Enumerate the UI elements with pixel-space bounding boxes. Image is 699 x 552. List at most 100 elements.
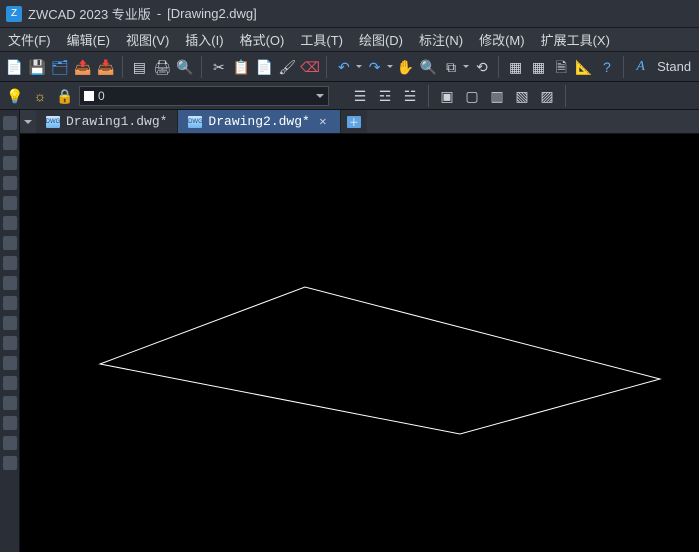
layer-combo[interactable]: 0 — [79, 86, 329, 106]
layer-uniso-button[interactable]: ☲ — [374, 85, 396, 107]
printer-icon: 🖨 — [153, 60, 171, 74]
menu-edit[interactable]: 编辑(E) — [59, 28, 118, 52]
menu-dimension[interactable]: 标注(N) — [411, 28, 471, 52]
menu-format[interactable]: 格式(O) — [232, 28, 293, 52]
vtool16[interactable] — [3, 416, 17, 430]
menu-file[interactable]: 文件(F) — [0, 28, 59, 52]
toolbar-separator — [201, 56, 202, 78]
paste-button[interactable]: 📄 — [254, 56, 275, 78]
ungroup-button[interactable]: ▧ — [511, 85, 533, 107]
preview-button[interactable]: 🔍 — [175, 56, 196, 78]
table-button[interactable]: ▦ — [505, 56, 526, 78]
menu-view[interactable]: 视图(V) — [118, 28, 177, 52]
xref-button[interactable]: 🗎 — [551, 56, 572, 78]
vtool4[interactable] — [3, 176, 17, 190]
table-icon: ▦ — [509, 60, 522, 74]
save-button[interactable]: 💾 — [27, 56, 48, 78]
vtool2[interactable] — [3, 136, 17, 150]
layer-toolbar: 💡 ☼ 🔒 0 ☰ ☲ ☱ ▣ ▢ ▥ ▧ ▨ — [0, 82, 699, 110]
zoom-prev-button[interactable]: ⟲ — [471, 56, 492, 78]
group-button[interactable]: ▥ — [486, 85, 508, 107]
document-tab[interactable]: DWG Drawing1.dwg* — [36, 110, 178, 133]
saveall-button[interactable]: 🗂 — [50, 56, 71, 78]
redo-button[interactable]: ↷ — [364, 56, 385, 78]
layer-swatch-icon — [84, 91, 94, 101]
plot-button[interactable]: 🖨 — [152, 56, 173, 78]
undo-dropdown[interactable] — [356, 56, 362, 78]
import-button[interactable]: 📥 — [95, 56, 116, 78]
drawing-canvas[interactable] — [20, 134, 699, 552]
tab-close-button[interactable]: ✕ — [316, 115, 330, 129]
window-title-doc: [Drawing2.dwg] — [167, 6, 257, 21]
dist-button[interactable]: 📐 — [574, 56, 595, 78]
vtool10[interactable] — [3, 296, 17, 310]
vtool5[interactable] — [3, 196, 17, 210]
attach-button[interactable]: ▨ — [536, 85, 558, 107]
zoom-realtime-button[interactable]: 🔍 — [418, 56, 439, 78]
vtool15[interactable] — [3, 396, 17, 410]
plus-icon: ＋ — [347, 116, 361, 128]
vtool8[interactable] — [3, 256, 17, 270]
vtool9[interactable] — [3, 276, 17, 290]
menu-insert[interactable]: 插入(I) — [177, 28, 231, 52]
copy-button[interactable]: 📋 — [231, 56, 252, 78]
vtool11[interactable] — [3, 316, 17, 330]
zoom-dropdown[interactable] — [463, 56, 469, 78]
toolbar-separator — [498, 56, 499, 78]
redo-dropdown[interactable] — [387, 56, 393, 78]
undo-icon: ↶ — [338, 60, 350, 74]
style-name-text: Stand — [653, 59, 695, 74]
layer-lock-button[interactable]: 🔒 — [54, 85, 76, 107]
layout-icon: ▤ — [133, 60, 146, 74]
vtool12[interactable] — [3, 336, 17, 350]
layers3-icon: ☱ — [404, 89, 417, 103]
menu-draw[interactable]: 绘图(D) — [351, 28, 411, 52]
textstyle-button[interactable]: A — [630, 56, 651, 78]
erase-button[interactable]: ⌫ — [300, 56, 321, 78]
vtool6[interactable] — [3, 216, 17, 230]
zoom-window-icon: ⧉ — [446, 60, 456, 74]
vtool7[interactable] — [3, 236, 17, 250]
pan-button[interactable]: ✋ — [395, 56, 416, 78]
grid-button[interactable]: ▦ — [528, 56, 549, 78]
menu-tools[interactable]: 工具(T) — [292, 28, 351, 52]
menubar: 文件(F) 编辑(E) 视图(V) 插入(I) 格式(O) 工具(T) 绘图(D… — [0, 28, 699, 52]
block-button[interactable]: ▣ — [436, 85, 458, 107]
new-tab-button[interactable]: ＋ — [341, 110, 367, 133]
toolbar-separator — [326, 56, 327, 78]
brush-icon: 🖌 — [278, 60, 296, 74]
layer-freeze-button[interactable]: ☼ — [29, 85, 51, 107]
layer-iso-button[interactable]: ☰ — [349, 85, 371, 107]
ungroup-icon: ▧ — [515, 89, 528, 103]
dwg-file-icon: DWG — [188, 116, 202, 128]
document-tab-active[interactable]: DWG Drawing2.dwg* ✕ — [178, 110, 340, 133]
app-icon: Z — [6, 6, 22, 22]
vtool18[interactable] — [3, 456, 17, 470]
zoom-window-button[interactable]: ⧉ — [441, 56, 462, 78]
matchprop-button[interactable]: 🖌 — [277, 56, 298, 78]
vtool13[interactable] — [3, 356, 17, 370]
scissors-icon: ✂ — [213, 60, 225, 74]
menu-modify[interactable]: 修改(M) — [471, 28, 533, 52]
window-title-sep: - — [157, 6, 161, 21]
vtool14[interactable] — [3, 376, 17, 390]
layer-props-button[interactable]: 💡 — [4, 85, 26, 107]
insert-button[interactable]: ▢ — [461, 85, 483, 107]
undo-button[interactable]: ↶ — [333, 56, 354, 78]
layer-prev-button[interactable]: ☱ — [399, 85, 421, 107]
vtool1[interactable] — [3, 116, 17, 130]
left-tool-panel — [0, 110, 20, 552]
menu-extend-tools[interactable]: 扩展工具(X) — [533, 28, 618, 52]
export-button[interactable]: 📤 — [72, 56, 93, 78]
tab-menu-dropdown[interactable] — [20, 110, 36, 133]
cut-button[interactable]: ✂ — [208, 56, 229, 78]
eraser-icon: ⌫ — [300, 60, 320, 74]
vtool17[interactable] — [3, 436, 17, 450]
new-button[interactable]: 📄 — [4, 56, 25, 78]
vtool3[interactable] — [3, 156, 17, 170]
help-button[interactable]: ? — [597, 56, 618, 78]
preview-icon: 🔍 — [176, 60, 193, 74]
textstyle-icon: A — [636, 60, 645, 74]
layout-button[interactable]: ▤ — [129, 56, 150, 78]
export-icon: 📤 — [74, 60, 91, 74]
